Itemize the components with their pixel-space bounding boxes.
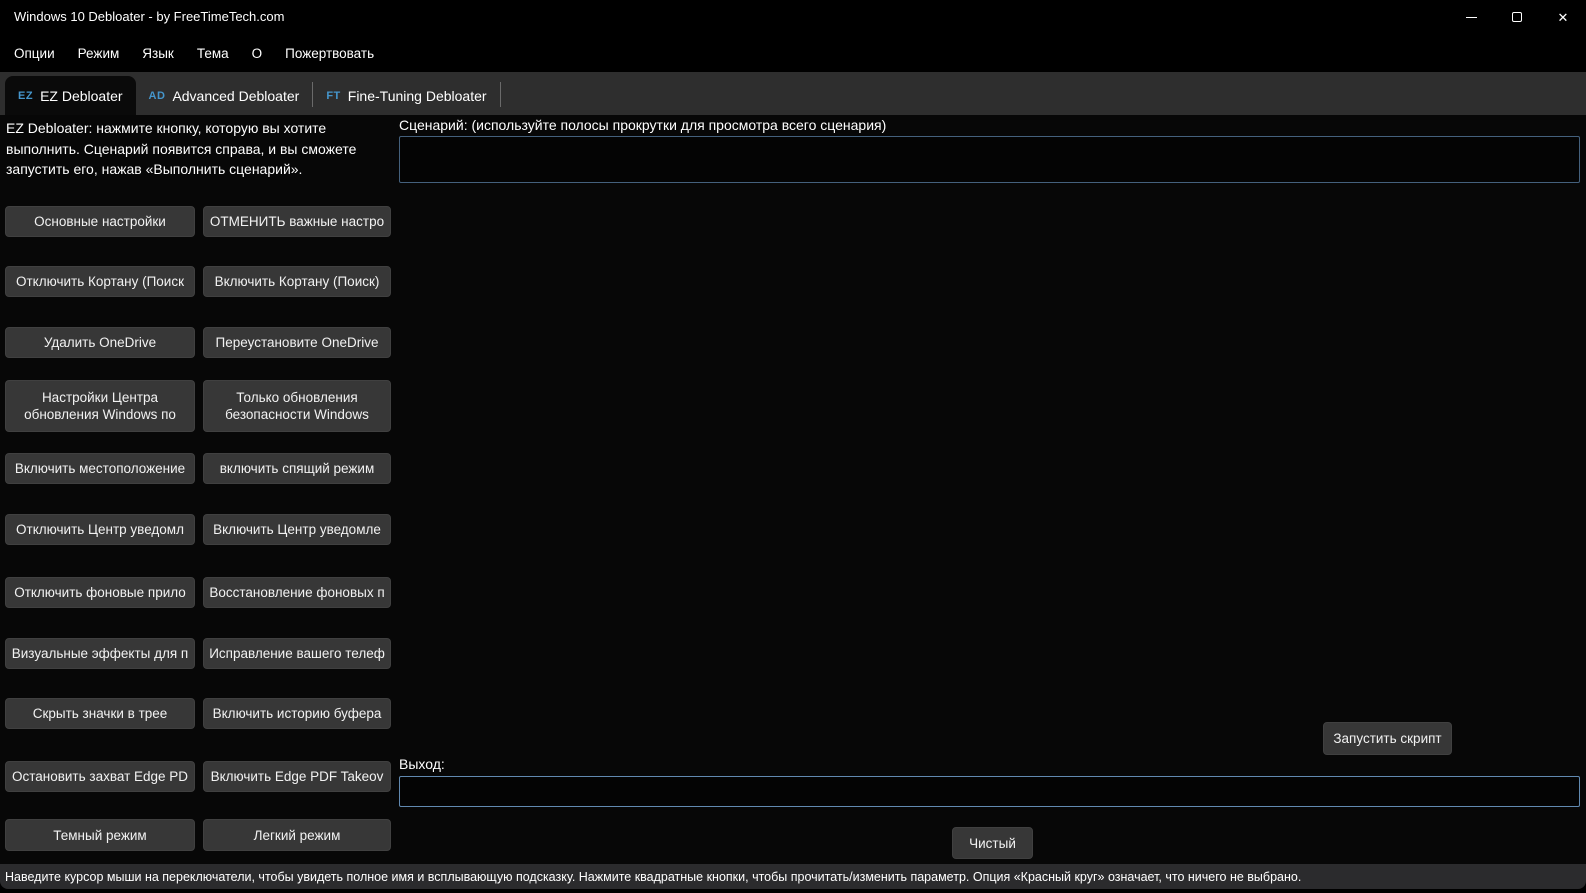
button-enable-location[interactable]: Включить местоположение [5,453,195,484]
tab-fine-tuning-debloater[interactable]: FT Fine-Tuning Debloater [313,76,499,115]
button-enable-cortana[interactable]: Включить Кортану (Поиск) [203,266,391,297]
window-controls: ✕ [1448,0,1586,34]
script-label: Сценарий: (используйте полосы прокрутки … [399,117,887,133]
ad-badge-icon: AD [148,89,166,102]
button-disable-background-apps[interactable]: Отключить фоновые прило [5,577,195,608]
button-disable-action-center[interactable]: Отключить Центр уведомл [5,514,195,545]
button-light-mode[interactable]: Легкий режим [203,819,391,851]
status-bar: Наведите курсор мыши на переключатели, ч… [0,864,1586,889]
button-remove-onedrive[interactable]: Удалить OneDrive [5,327,195,358]
button-disable-cortana[interactable]: Отключить Кортану (Поиск [5,266,195,297]
close-button[interactable]: ✕ [1540,0,1586,34]
menu-item-mode[interactable]: Режим [78,46,120,61]
button-restore-background-apps[interactable]: Восстановление фоновых п [203,577,391,608]
menu-item-about[interactable]: О [252,46,263,61]
button-hide-tray-icons[interactable]: Скрыть значки в трее [5,698,195,729]
menubar: Опции Режим Язык Тема О Пожертвовать [0,34,1586,72]
button-windows-update-settings[interactable]: Настройки Центра обновления Windows по [5,380,195,432]
script-textarea[interactable] [399,136,1580,183]
close-icon: ✕ [1557,9,1569,25]
menu-item-theme[interactable]: Тема [197,46,229,61]
button-enable-action-center[interactable]: Включить Центр уведомле [203,514,391,545]
button-enable-clipboard-history[interactable]: Включить историю буфера [203,698,391,729]
tab-label: Fine-Tuning Debloater [347,87,487,104]
tab-separator [499,82,501,107]
button-stop-edge-pdf-takeover[interactable]: Остановить захват Edge PD [5,761,195,792]
ez-badge-icon: EZ [18,89,34,102]
menu-item-language[interactable]: Язык [142,46,174,61]
button-fix-your-phone[interactable]: Исправление вашего телеф [203,638,391,669]
maximize-button[interactable] [1494,0,1540,34]
button-undo-important-settings[interactable]: ОТМЕНИТЬ важные настро [203,206,391,237]
titlebar: Windows 10 Debloater - by FreeTimeTech.c… [0,0,1586,34]
button-visual-effects[interactable]: Визуальные эффекты для п [5,638,195,669]
app-title: Windows 10 Debloater - by FreeTimeTech.c… [14,9,285,24]
button-main-settings[interactable]: Основные настройки [5,206,195,237]
status-text: Наведите курсор мыши на переключатели, ч… [5,869,1302,884]
output-label: Выход: [399,756,445,772]
menu-item-donate[interactable]: Пожертвовать [285,46,374,61]
button-reinstall-onedrive[interactable]: Переустановите OneDrive [203,327,391,358]
app-window: Windows 10 Debloater - by FreeTimeTech.c… [0,0,1586,893]
minimize-icon [1465,16,1477,18]
tab-advanced-debloater[interactable]: AD Advanced Debloater [136,76,313,115]
tab-label: EZ Debloater [40,87,123,104]
button-enable-hibernation[interactable]: включить спящий режим [203,453,391,484]
button-enable-edge-pdf-takeover[interactable]: Включить Edge PDF Takeov [203,761,391,792]
maximize-icon [1512,12,1522,22]
description-text: EZ Debloater: нажмите кнопку, которую вы… [6,120,357,177]
main-content: EZ Debloater: нажмите кнопку, которую вы… [0,115,1586,864]
button-security-updates-only[interactable]: Только обновления безопасности Windows [203,380,391,432]
ft-badge-icon: FT [326,89,341,102]
button-dark-mode[interactable]: Темный режим [5,819,195,851]
tab-ez-debloater[interactable]: EZ EZ Debloater [5,76,136,115]
menu-item-options[interactable]: Опции [14,46,55,61]
minimize-button[interactable] [1448,0,1494,34]
tab-label: Advanced Debloater [172,87,300,104]
tab-strip: EZ EZ Debloater AD Advanced Debloater FT… [0,72,1586,115]
output-textarea[interactable] [399,776,1580,807]
clear-button[interactable]: Чистый [952,827,1033,859]
run-script-button[interactable]: Запустить скрипт [1323,722,1452,755]
